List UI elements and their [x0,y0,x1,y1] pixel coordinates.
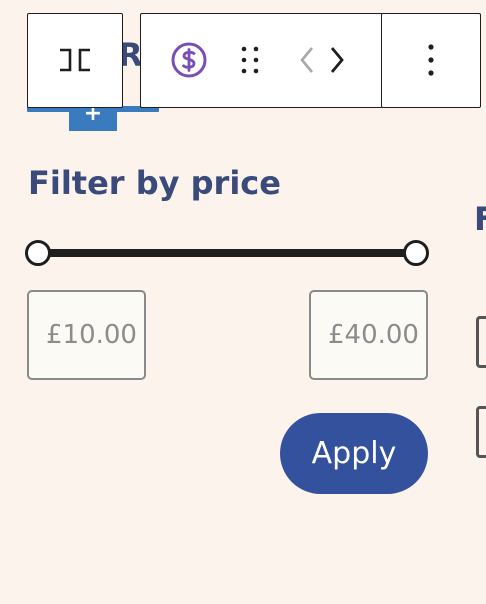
drag-handle-icon [241,46,259,74]
min-price-input[interactable] [27,290,146,380]
move-right-button[interactable] [321,14,353,106]
filter-by-price-title: Filter by price [28,164,281,202]
chevron-right-icon [330,47,344,73]
more-vertical-icon [427,44,434,76]
right-column-heading-fragment: F [474,200,486,238]
right-column-checkbox-2[interactable] [476,406,486,458]
apply-button[interactable]: Apply [280,413,428,494]
currency-dollar-icon [171,42,207,78]
block-type-button[interactable] [28,14,121,106]
block-type-icon [59,48,90,72]
price-range-track[interactable] [38,249,418,257]
price-range-min-handle[interactable] [25,240,51,266]
drag-handle[interactable] [227,14,273,106]
price-filter-block-button[interactable] [161,14,217,106]
block-toolbar-main [140,13,383,108]
max-price-input[interactable] [309,290,428,380]
price-range-max-handle[interactable] [403,240,429,266]
block-type-toolbar-group [27,13,123,108]
right-column-checkbox-1[interactable] [476,316,486,368]
move-left-button[interactable] [291,14,323,106]
chevron-left-icon [300,47,313,73]
block-options-toolbar-group [381,13,481,108]
block-options-button[interactable] [382,14,479,106]
